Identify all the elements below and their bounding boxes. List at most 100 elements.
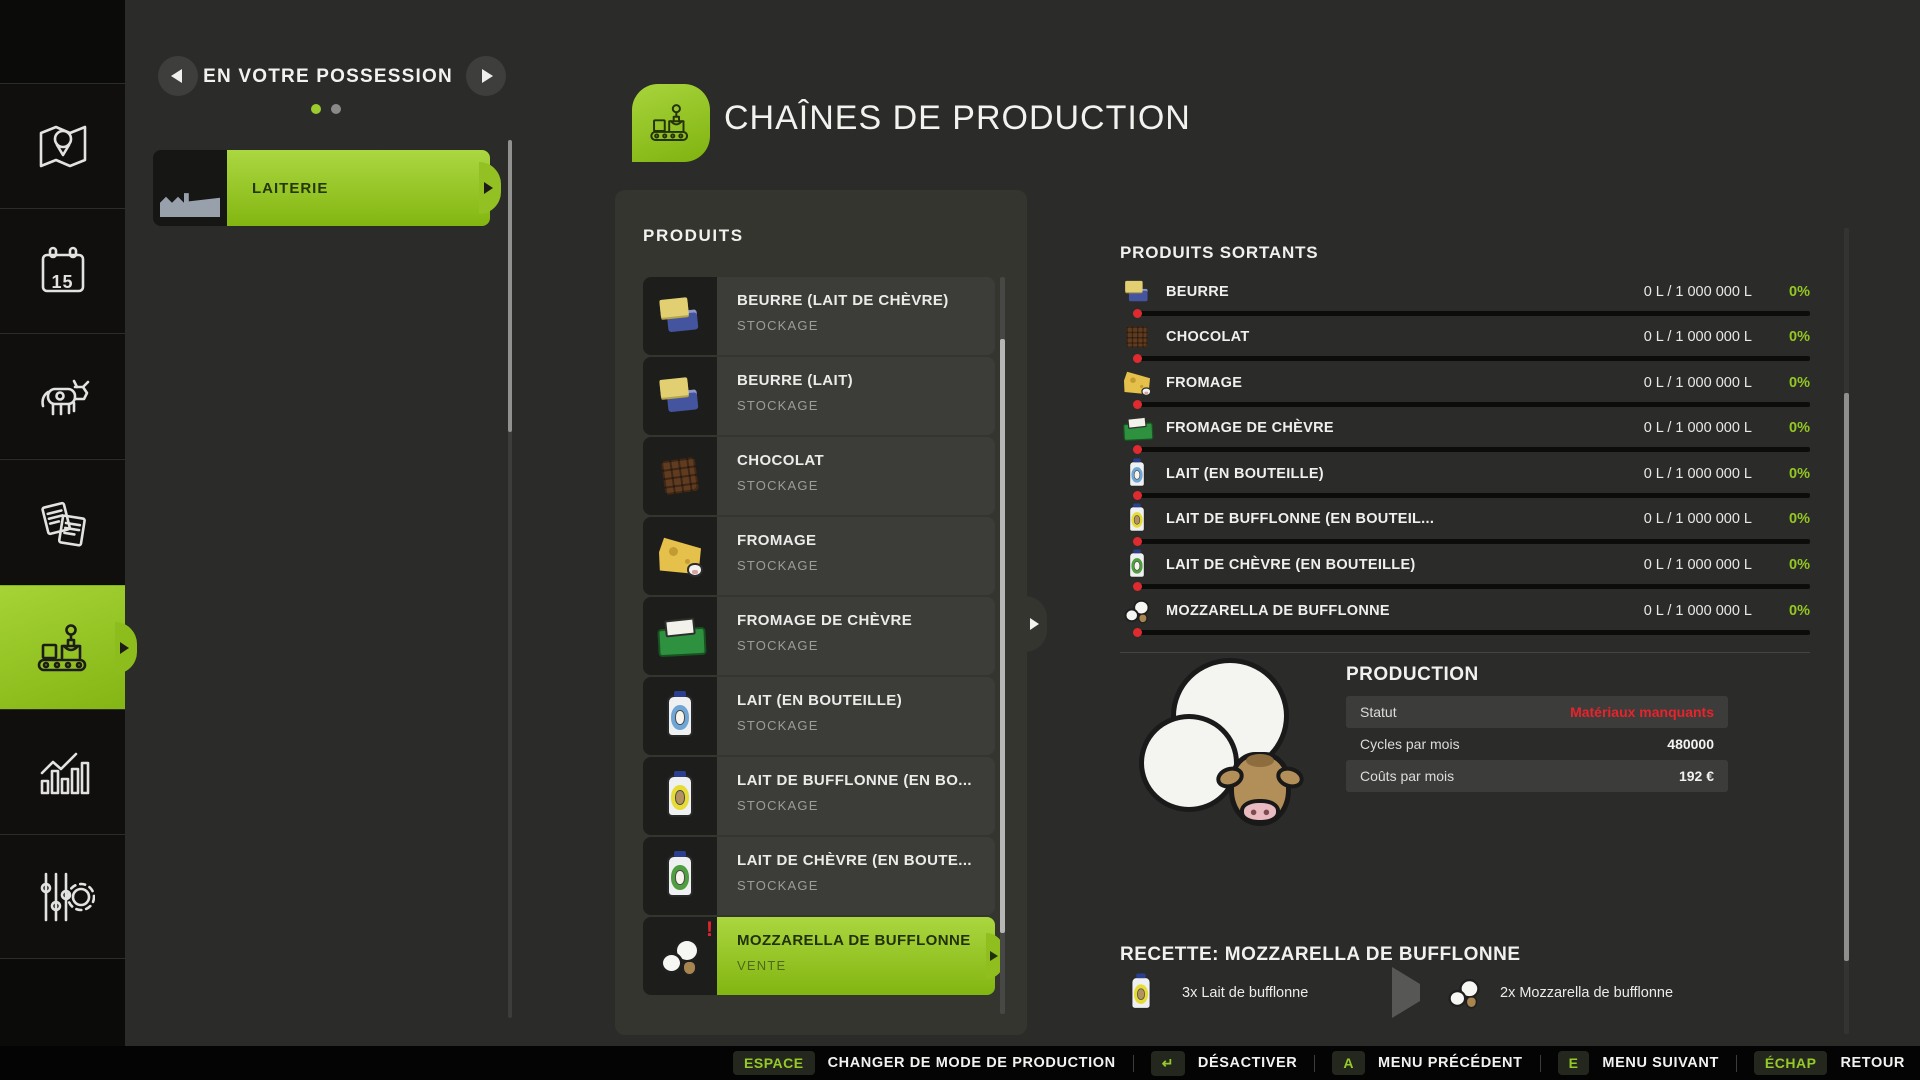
owned-next-page-button[interactable] <box>466 56 506 96</box>
next-menu-label: MENU SUIVANT <box>1602 1055 1719 1071</box>
e-key-chip[interactable]: E <box>1558 1051 1590 1075</box>
sidebar-item-production[interactable] <box>0 585 125 710</box>
output-name: BEURRE <box>1166 284 1644 300</box>
product-mode-label: STOCKAGE <box>737 638 995 653</box>
chocolate-bar-icon <box>1120 320 1154 354</box>
product-item-lait-chevre[interactable]: LAIT DE CHÈVRE (EN BOUTE... STOCKAGE <box>643 837 995 915</box>
page-title: CHAÎNES DE PRODUCTION <box>724 99 1191 138</box>
product-thumb <box>643 277 717 355</box>
output-percent: 0% <box>1752 329 1810 345</box>
chocolate-bar-icon <box>661 457 699 495</box>
buffalo-head-illustration <box>1229 752 1291 826</box>
page-dot-inactive <box>331 104 341 114</box>
product-item-fromage[interactable]: FROMAGE STOCKAGE <box>643 517 995 595</box>
products-panel-title: PRODUITS <box>643 226 744 246</box>
factory-image <box>160 191 220 217</box>
product-item-lait-bouteille[interactable]: LAIT (EN BOUTEILLE) STOCKAGE <box>643 677 995 755</box>
section-divider <box>1120 652 1810 653</box>
product-title: BEURRE (LAIT) <box>737 372 995 389</box>
owned-panel-scrollbar[interactable] <box>508 140 512 1018</box>
recipe-arrow-icon <box>1392 984 1420 1002</box>
output-percent: 0% <box>1752 420 1810 436</box>
laiterie-thumbnail <box>153 150 227 226</box>
page-icon-badge <box>632 84 710 162</box>
product-title: MOZZARELLA DE BUFFLONNE <box>737 932 995 949</box>
sidebar-item-calendar[interactable]: 15 <box>0 208 125 333</box>
product-thumb <box>643 677 717 755</box>
products-list-scrollbar[interactable] <box>1000 277 1005 1014</box>
output-percent: 0% <box>1752 511 1810 527</box>
output-name: FROMAGE <box>1166 375 1644 391</box>
owned-production-laiterie[interactable]: LAITERIE <box>153 150 490 226</box>
missing-materials-alert-icon: ! <box>706 918 713 942</box>
outputs-scrollbar[interactable] <box>1844 228 1849 1034</box>
output-fill-bar <box>1136 402 1810 407</box>
product-item-beurre-chevre[interactable]: BEURRE (LAIT DE CHÈVRE) STOCKAGE <box>643 277 995 355</box>
production-chains-icon <box>31 616 95 680</box>
sidebar-item-contracts[interactable] <box>0 459 125 584</box>
product-mode-label: STOCKAGE <box>737 878 995 893</box>
product-item-beurre-lait[interactable]: BEURRE (LAIT) STOCKAGE <box>643 357 995 435</box>
output-amount: 0 L / 1 000 000 L <box>1644 375 1752 391</box>
outputs-scrollbar-thumb[interactable] <box>1844 393 1849 961</box>
production-section-title: PRODUCTION <box>1346 664 1479 686</box>
sidebar-item-animals[interactable] <box>0 333 125 458</box>
milk-bottle-icon <box>667 695 693 737</box>
output-name: LAIT (EN BOUTEILLE) <box>1166 466 1644 482</box>
products-scrollbar-thumb[interactable] <box>1000 339 1005 933</box>
calendar-day-label: 15 <box>0 272 125 293</box>
sidebar-item-map[interactable] <box>0 83 125 208</box>
output-percent: 0% <box>1752 603 1810 619</box>
outputs-title: PRODUITS SORTANTS <box>1120 243 1318 263</box>
page-dot-active <box>311 104 321 114</box>
output-percent: 0% <box>1752 375 1810 391</box>
cheese-wedge-icon <box>659 537 701 575</box>
enter-key-chip[interactable]: ↵ <box>1151 1051 1185 1076</box>
escape-key-chip[interactable]: ÉCHAP <box>1754 1051 1828 1075</box>
space-key-chip[interactable]: ESPACE <box>733 1051 815 1075</box>
sidebar-item-settings[interactable] <box>0 834 125 959</box>
output-amount: 0 L / 1 000 000 L <box>1644 420 1752 436</box>
product-thumb <box>643 437 717 515</box>
product-title: FROMAGE DE CHÈVRE <box>737 612 995 629</box>
mozzarella-icon <box>1120 594 1154 628</box>
product-title: CHOCOLAT <box>737 452 995 469</box>
output-amount: 0 L / 1 000 000 L <box>1644 329 1752 345</box>
output-amount: 0 L / 1 000 000 L <box>1644 603 1752 619</box>
output-row-chocolat: CHOCOLAT 0 L / 1 000 000 L 0% <box>1120 320 1810 366</box>
sidebar-active-arrow <box>115 622 137 674</box>
product-title: LAIT DE CHÈVRE (EN BOUTE... <box>737 852 995 869</box>
product-item-mozzarella-selected[interactable]: ! MOZZARELLA DE BUFFLONNE VENTE <box>643 917 995 995</box>
product-title: LAIT DE BUFFLONNE (EN BO... <box>737 772 995 789</box>
output-name: FROMAGE DE CHÈVRE <box>1166 420 1644 436</box>
stat-label: Cycles par mois <box>1360 736 1460 752</box>
main-sidebar: 15 <box>0 0 125 1080</box>
sidebar-item-statistics[interactable] <box>0 709 125 834</box>
output-fill-bar <box>1136 356 1810 361</box>
product-mode-label: STOCKAGE <box>737 478 995 493</box>
owned-scrollbar-thumb[interactable] <box>508 140 512 432</box>
product-mode-label: STOCKAGE <box>737 318 995 333</box>
output-amount: 0 L / 1 000 000 L <box>1644 557 1752 573</box>
owned-panel-title: EN VOTRE POSSESSION <box>196 66 460 88</box>
products-panel-expand-arrow[interactable] <box>1025 596 1047 652</box>
product-item-lait-bufflonne[interactable]: LAIT DE BUFFLONNE (EN BO... STOCKAGE <box>643 757 995 835</box>
a-key-chip[interactable]: A <box>1332 1051 1365 1075</box>
output-amount: 0 L / 1 000 000 L <box>1644 466 1752 482</box>
recipe-title: RECETTE: MOZZARELLA DE BUFFLONNE <box>1120 944 1521 966</box>
product-item-chocolat[interactable]: CHOCOLAT STOCKAGE <box>643 437 995 515</box>
output-name: MOZZARELLA DE BUFFLONNE <box>1166 603 1644 619</box>
recipe-input-label: 3x Lait de bufflonne <box>1182 985 1308 1001</box>
mozzarella-icon <box>1444 975 1484 1011</box>
product-thumb <box>643 517 717 595</box>
owned-prev-page-button[interactable] <box>158 56 198 96</box>
output-fill-bar <box>1136 584 1810 589</box>
footer-separator <box>1736 1055 1737 1072</box>
stat-row-cycles: Cycles par mois 480000 <box>1346 728 1728 760</box>
product-item-fromage-chevre[interactable]: FROMAGE DE CHÈVRE STOCKAGE <box>643 597 995 675</box>
buffalo-milk-bottle-icon <box>667 775 693 817</box>
stat-value-costs: 192 € <box>1679 768 1714 784</box>
stat-label: Coûts par mois <box>1360 768 1454 784</box>
product-mode-label: STOCKAGE <box>737 718 995 733</box>
output-row-fromage-chevre: FROMAGE DE CHÈVRE 0 L / 1 000 000 L 0% <box>1120 411 1810 457</box>
